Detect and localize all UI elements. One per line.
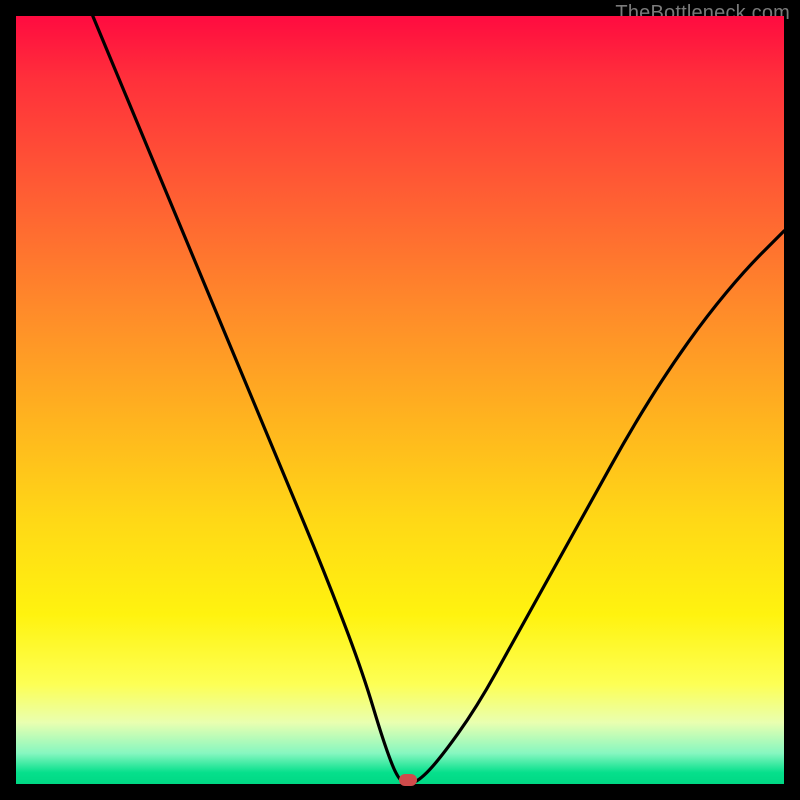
bottleneck-curve <box>16 16 784 784</box>
chart-frame: TheBottleneck.com <box>16 16 784 784</box>
plot-area <box>16 16 784 784</box>
curve-path <box>93 16 784 784</box>
optimal-point-marker <box>399 774 417 786</box>
